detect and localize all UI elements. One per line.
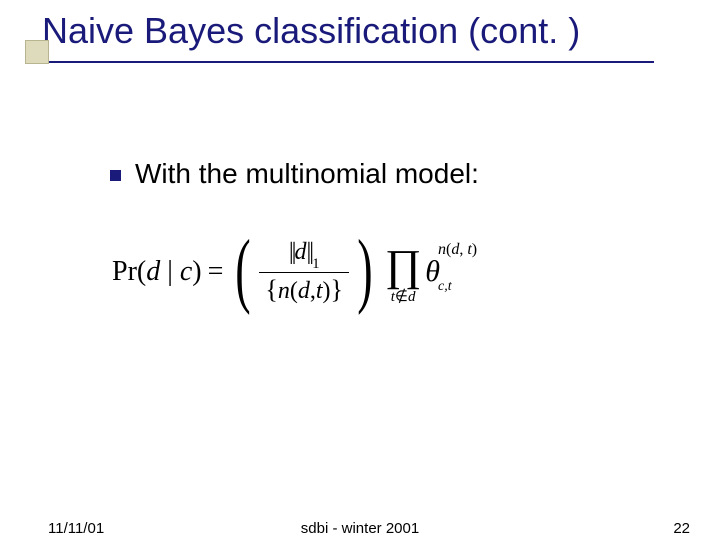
product-symbol: ∏ [385,247,421,285]
product-operator: ∏ t∉d [385,247,421,306]
theta-sup-n: n [438,241,446,258]
eq-bar: | [160,256,180,287]
equation: Pr (d | c) = ( ||d||1 {n(d,t)} ) ∏ t∉d θ [112,230,612,340]
theta-superscript: n(d, t) [438,241,477,259]
den-paren-r: ) [323,278,331,304]
equation-row: Pr (d | c) = ( ||d||1 {n(d,t)} ) ∏ t∉d θ [112,230,612,314]
footer-page-number: 22 [673,520,690,537]
big-paren-right: ) [357,228,372,312]
bullet-row: With the multinomial model: [110,158,479,190]
eq-equals: = [202,256,230,288]
frac-denominator: {n(d,t)} [259,272,349,305]
eq-arg-d: d [146,256,160,287]
square-bullet-icon [110,170,121,181]
title-decor-square [25,40,49,64]
prod-sub-d: d [408,289,416,305]
eq-args: (d | c) [137,256,202,288]
slide-title-block: Naive Bayes classification (cont. ) [42,8,662,63]
footer-center: sdbi - winter 2001 [0,520,720,537]
prod-sub-notin: ∉ [395,289,408,305]
den-t: t [316,278,323,304]
theta-term: θ n(d, t) c,t [425,255,479,289]
den-close-brace: } [331,275,343,304]
den-d: d [298,278,310,304]
eq-pr-label: Pr [112,256,137,288]
num-sub-1: 1 [312,256,320,272]
theta-sup-paren-r: ) [472,241,477,258]
eq-arg-c: c [180,256,192,287]
title-underline [42,61,654,63]
bullet-text: With the multinomial model: [135,158,479,190]
binomial-frac: ||d||1 {n(d,t)} [259,239,349,305]
den-n: n [278,278,290,304]
den-open-brace: { [265,275,277,304]
product-subscript: t∉d [391,287,416,306]
den-paren-l: ( [290,278,298,304]
num-d: d [294,239,306,265]
frac-numerator: ||d||1 [283,239,326,272]
theta-subscript: c,t [438,279,452,295]
big-paren-left: ( [236,228,251,312]
eq-args-open: ( [137,256,146,287]
eq-args-close: ) [192,256,201,287]
slide-title: Naive Bayes classification (cont. ) [42,8,662,53]
